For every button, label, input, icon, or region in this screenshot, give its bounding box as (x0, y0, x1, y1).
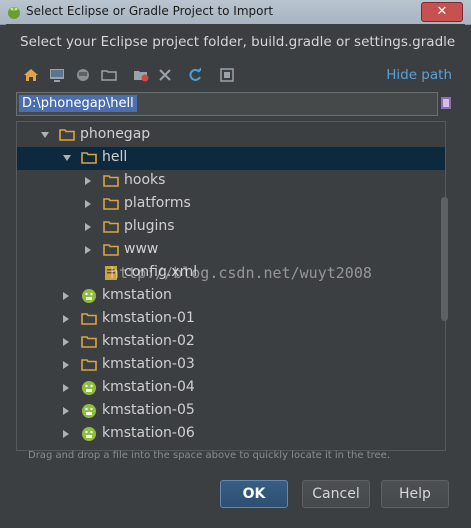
android-module-icon (81, 403, 97, 419)
collapse-arrow-icon[interactable] (63, 155, 71, 161)
android-module-icon (81, 288, 97, 304)
delete-icon[interactable] (156, 66, 174, 84)
expand-arrow-icon[interactable] (63, 361, 69, 369)
expand-arrow-icon[interactable] (85, 200, 91, 208)
folder-icon (103, 173, 119, 189)
tree-row[interactable]: kmstation (17, 285, 445, 308)
tree-item-label: kmstation (102, 287, 172, 303)
expand-arrow-icon[interactable] (63, 338, 69, 346)
tree-item-label: platforms (124, 195, 191, 211)
folder-icon (81, 334, 97, 350)
folder-icon[interactable] (100, 66, 118, 84)
tree-row[interactable]: plugins (17, 216, 445, 239)
folder-icon (81, 357, 97, 373)
android-icon[interactable] (74, 66, 92, 84)
expand-arrow-icon[interactable] (85, 223, 91, 231)
path-field[interactable]: D:\phonegap\hell (16, 92, 438, 116)
android-module-icon (81, 380, 97, 396)
prompt-text: Select your Eclipse project folder, buil… (20, 34, 456, 50)
refresh-icon[interactable] (186, 66, 204, 84)
tree-item-label: www (124, 241, 159, 257)
folder-icon (59, 127, 75, 143)
folder-icon (81, 311, 97, 327)
tree-row[interactable]: kmstation-05 (17, 400, 445, 423)
xml-file-icon (103, 265, 119, 281)
collapse-arrow-icon[interactable] (41, 132, 49, 138)
dialog-body: Select your Eclipse project folder, buil… (6, 24, 465, 522)
home-icon[interactable] (22, 66, 40, 84)
tree-row[interactable]: kmstation-03 (17, 354, 445, 377)
expand-arrow-icon[interactable] (63, 384, 69, 392)
folder-icon (103, 219, 119, 235)
file-tree[interactable]: phonegap hell hooks platforms plugins www conf… (16, 121, 446, 451)
desktop-icon[interactable] (48, 66, 66, 84)
expand-arrow-icon[interactable] (85, 177, 91, 185)
tree-row[interactable]: config.xml (17, 262, 445, 285)
help-button[interactable]: Help (381, 480, 449, 508)
ok-button[interactable]: OK (220, 480, 288, 508)
tree-item-label: plugins (124, 218, 175, 234)
tree-item-label: kmstation-01 (102, 310, 195, 326)
folder-icon (103, 196, 119, 212)
tree-item-label: phonegap (80, 126, 151, 142)
close-button[interactable]: ✕ (421, 2, 463, 22)
expand-arrow-icon[interactable] (63, 430, 69, 438)
tree-item-label: kmstation-05 (102, 402, 195, 418)
expand-arrow-icon[interactable] (63, 407, 69, 415)
tree-scrollbar[interactable] (441, 197, 448, 321)
show-hidden-icon[interactable] (218, 66, 236, 84)
tree-row[interactable]: hooks (17, 170, 445, 193)
folder-icon (81, 150, 97, 166)
cancel-button[interactable]: Cancel (302, 480, 370, 508)
expand-arrow-icon[interactable] (63, 292, 69, 300)
tree-row[interactable]: kmstation-02 (17, 331, 445, 354)
tree-item-label: hell (102, 149, 128, 165)
tree-item-label: kmstation-03 (102, 356, 195, 372)
tree-item-label: hooks (124, 172, 166, 188)
tree-row[interactable]: hell (17, 147, 445, 170)
window-title: Select Eclipse or Gradle Project to Impo… (26, 4, 274, 18)
new-folder-icon[interactable] (132, 66, 150, 84)
tree-row[interactable]: kmstation-01 (17, 308, 445, 331)
expand-arrow-icon[interactable] (85, 246, 91, 254)
tree-row[interactable]: kmstation-04 (17, 377, 445, 400)
folder-icon (103, 242, 119, 258)
path-value[interactable]: D:\phonegap\hell (19, 95, 137, 112)
tree-item-label: config.xml (124, 264, 198, 280)
tree-row[interactable]: kmstation-06 (17, 423, 445, 446)
tree-row[interactable]: www (17, 239, 445, 262)
tree-item-label: kmstation-02 (102, 333, 195, 349)
android-studio-icon (8, 7, 20, 19)
drag-drop-hint: Drag and drop a file into the space abov… (28, 450, 391, 461)
android-module-icon (81, 426, 97, 442)
tree-row[interactable]: platforms (17, 193, 445, 216)
tree-item-label: kmstation-06 (102, 425, 195, 441)
tree-row[interactable]: phonegap (17, 124, 445, 147)
title-bar: Select Eclipse or Gradle Project to Impo… (0, 0, 471, 25)
browse-icon[interactable] (440, 96, 452, 110)
hide-path-link[interactable]: Hide path (386, 67, 452, 83)
tree-item-label: kmstation-04 (102, 379, 195, 395)
import-dialog: Select Eclipse or Gradle Project to Impo… (0, 0, 471, 528)
expand-arrow-icon[interactable] (63, 315, 69, 323)
